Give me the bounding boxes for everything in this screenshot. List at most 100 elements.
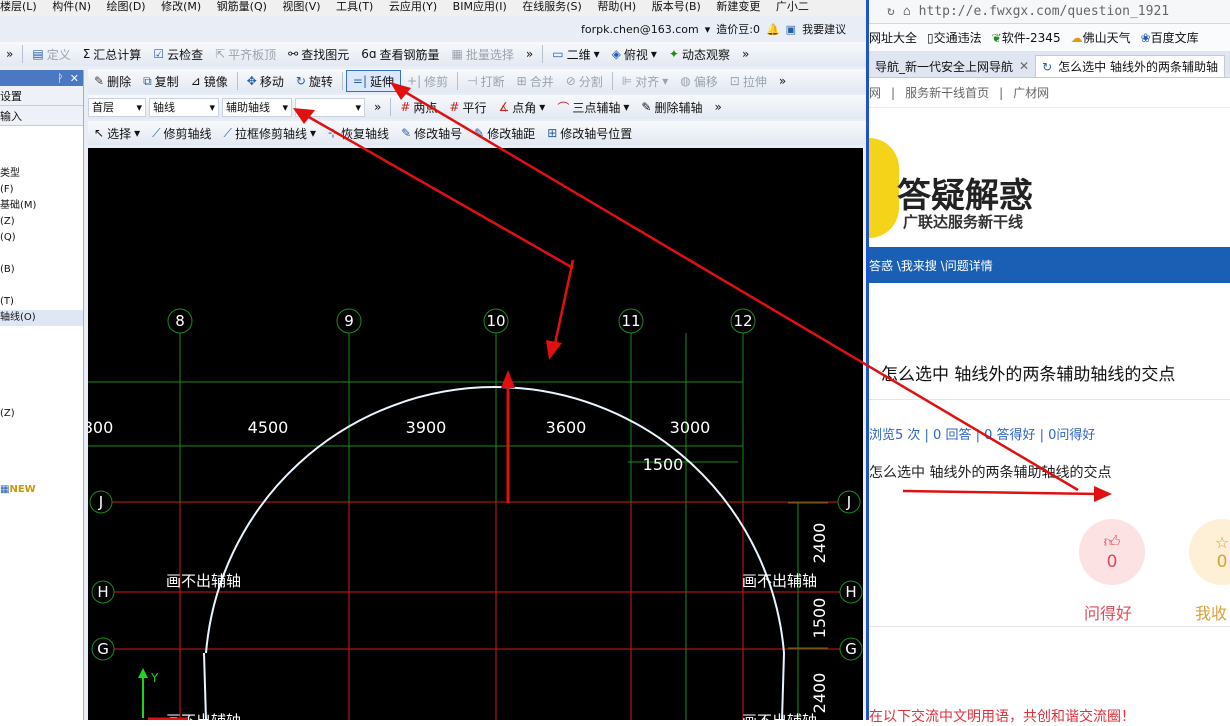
toolbar-overflow-aux[interactable]: » (708, 96, 727, 118)
element-type-select[interactable]: 轴线 ▾ (149, 97, 219, 117)
menu-view[interactable]: 视图(V) (282, 0, 320, 13)
rotate-button[interactable]: ↻ 旋转 (290, 70, 339, 92)
tree-item[interactable]: (F) (0, 182, 83, 198)
menu-online[interactable]: 在线服务(S) (522, 0, 582, 13)
stretch-button[interactable]: ⊡ 拉伸 (724, 70, 773, 92)
close-icon[interactable]: ✕ (1019, 59, 1029, 73)
trim-button[interactable]: +| 修剪 (401, 70, 454, 92)
toolbar-overflow-right[interactable]: » (736, 43, 755, 65)
tab-question[interactable]: ↻ 怎么选中 轴线外的两条辅助轴 (1035, 55, 1225, 77)
chevron-down-icon[interactable]: ▾ (705, 23, 711, 36)
trim-axis-button[interactable]: ⟋ 修剪轴线 (146, 122, 217, 144)
edit-axis-number-button[interactable]: ✎ 修改轴号 (395, 122, 468, 144)
tab-navigation[interactable]: 导航_新一代安全上网导航 ✕ (869, 55, 1035, 77)
edit-axis-spacing-button[interactable]: ✎ 修改轴距 (468, 122, 541, 144)
restore-axis-button[interactable]: ⊹ 恢复轴线 (322, 122, 395, 144)
extend-button[interactable]: =| 延伸 (345, 70, 402, 92)
subnav-link[interactable]: 网 (869, 84, 881, 101)
tree-item[interactable]: (Q) (0, 230, 83, 246)
tab-settings[interactable]: 设置 (0, 86, 83, 106)
cloud-check-button[interactable]: ☑ 云检查 (147, 43, 209, 65)
toolbar-overflow-layer[interactable]: » (368, 96, 387, 118)
top-view-dropdown[interactable]: ◈ 俯视 ▾ (606, 43, 663, 65)
view-2d-dropdown[interactable]: ▭ 二维 ▾ (546, 43, 605, 65)
toolbar-overflow-edit[interactable]: » (773, 70, 792, 92)
align-dropdown[interactable]: ⊫ 对齐 ▾ (616, 70, 675, 92)
menu-floor[interactable]: 楼层(L) (0, 0, 37, 13)
drawing-canvas[interactable]: 8 9 10 11 12 J H G J H G 800 4500 3900 3… (88, 148, 863, 720)
menu-tools[interactable]: 工具(T) (336, 0, 373, 13)
toolbar-overflow-left[interactable]: » (0, 43, 19, 65)
mirror-button[interactable]: ⊿ 镜像 (185, 70, 234, 92)
bookmark-item[interactable]: 网址大全 (869, 29, 917, 46)
three-point-aux-dropdown[interactable]: ⌒ 三点辅轴 ▾ (551, 96, 635, 118)
menu-cloud[interactable]: 云应用(Y) (389, 0, 437, 13)
close-icon[interactable]: ✕ (70, 72, 79, 85)
subnav-link[interactable]: 服务新干线首页 (905, 84, 989, 101)
menu-bim[interactable]: BIM应用(I) (453, 0, 507, 13)
tree-item[interactable]: (B) (0, 262, 83, 278)
merge-button[interactable]: ⊞ 合并 (511, 70, 560, 92)
suggest-button[interactable]: 我要建议 (802, 21, 846, 37)
like-label[interactable]: 问得好 (1084, 600, 1132, 624)
toolbar-overflow[interactable]: » (520, 43, 539, 65)
batch-select-button[interactable]: ▦ 批量选择 (446, 43, 520, 65)
menu-component[interactable]: 构件(N) (52, 0, 91, 13)
edit-axis-number-position-button[interactable]: ⊞ 修改轴号位置 (541, 122, 638, 144)
align-icon: ⇱ (215, 47, 226, 61)
url-field[interactable]: http://e.fwxgx.com/question_1921 (919, 4, 1169, 19)
point-angle-dropdown[interactable]: ∡ 点角 ▾ (493, 96, 552, 118)
tree-item[interactable]: 基础(M) (0, 198, 83, 214)
subnav-link[interactable]: 广材网 (1013, 84, 1049, 101)
floor-select[interactable]: 首层 ▾ (88, 97, 146, 117)
menu-modify[interactable]: 修改(M) (161, 0, 201, 13)
breadcrumb-text[interactable]: 答惑 \我来搜 \问题详情 (869, 257, 993, 274)
delete-button[interactable]: ✎ 删除 (88, 70, 137, 92)
two-point-button[interactable]: # 两点 (394, 96, 443, 118)
menu-version[interactable]: 版本号(B) (652, 0, 701, 13)
home-icon[interactable]: ⌂ (903, 4, 911, 19)
view-rebar-button[interactable]: 6ɑ 查看钢筋量 (355, 43, 445, 65)
like-button[interactable]: 👍︎ 0 (1079, 519, 1145, 585)
pin-icon[interactable]: ᚹ (57, 72, 64, 85)
break-button[interactable]: ⊣ 打断 (461, 70, 510, 92)
select-dropdown[interactable]: ↖ 选择 ▾ (88, 122, 146, 144)
tree-item-axis[interactable]: 轴线(O) (0, 310, 83, 326)
tree-item[interactable]: (Z) (0, 214, 83, 230)
align-slab-top-button[interactable]: ⇱ 平齐板顶 (209, 43, 282, 65)
menu-new-change[interactable]: 新建变更 (716, 0, 760, 13)
bookmark-item[interactable]: ☁佛山天气 (1071, 29, 1131, 46)
move-button[interactable]: ✥ 移动 (241, 70, 290, 92)
bookmark-item[interactable]: ❀百度文库 (1141, 29, 1199, 46)
box-trim-axis-dropdown[interactable]: ⟋ 拉框修剪轴线 ▾ (218, 122, 322, 144)
favorite-button[interactable]: ☆ 0 (1189, 519, 1230, 585)
tab-input[interactable]: 输入 (0, 106, 83, 126)
bookmark-item[interactable]: ❦软件-2345 (992, 29, 1061, 46)
panel-header: ᚹ ✕ (0, 70, 83, 86)
define-button[interactable]: ▤ 定义 (26, 43, 76, 65)
menu-guangxiaoer[interactable]: 广小二 (776, 0, 809, 13)
new-badge[interactable]: ▦NEW (0, 482, 83, 498)
tree-item[interactable]: (T) (0, 294, 83, 310)
menu-rebar[interactable]: 钢筋量(Q) (217, 0, 267, 13)
find-element-button[interactable]: ⚯ 查找图元 (282, 43, 355, 65)
dynamic-observe-button[interactable]: ✦ 动态观察 (663, 43, 736, 65)
favorite-label[interactable]: 我收 (1195, 600, 1227, 624)
delete-aux-button[interactable]: ✎ 删除辅轴 (635, 96, 708, 118)
element-name-select[interactable]: ▾ (295, 97, 365, 117)
copy-button[interactable]: ⧉ 复制 (137, 70, 185, 92)
tree-item[interactable]: 类型 (0, 166, 83, 182)
offset-button[interactable]: ◍ 偏移 (674, 70, 724, 92)
tree-item[interactable]: (Z) (0, 406, 83, 422)
menu-draw[interactable]: 绘图(D) (107, 0, 146, 13)
split-button[interactable]: ⊘ 分割 (560, 70, 609, 92)
refresh-icon[interactable]: ↻ (887, 4, 895, 19)
bell-icon[interactable]: 🔔 (766, 23, 780, 36)
menu-help[interactable]: 帮助(H) (597, 0, 636, 13)
account-email[interactable]: forpk.chen@163.com (581, 23, 699, 36)
summary-calc-button[interactable]: Σ 汇总计算 (77, 43, 148, 65)
bookmark-item[interactable]: ▯交通违法 (927, 29, 982, 46)
address-bar[interactable]: ↻ ⌂ http://e.fwxgx.com/question_1921 (869, 0, 1230, 24)
element-subtype-select[interactable]: 辅助轴线 ▾ (222, 97, 292, 117)
parallel-button[interactable]: # 平行 (443, 96, 492, 118)
